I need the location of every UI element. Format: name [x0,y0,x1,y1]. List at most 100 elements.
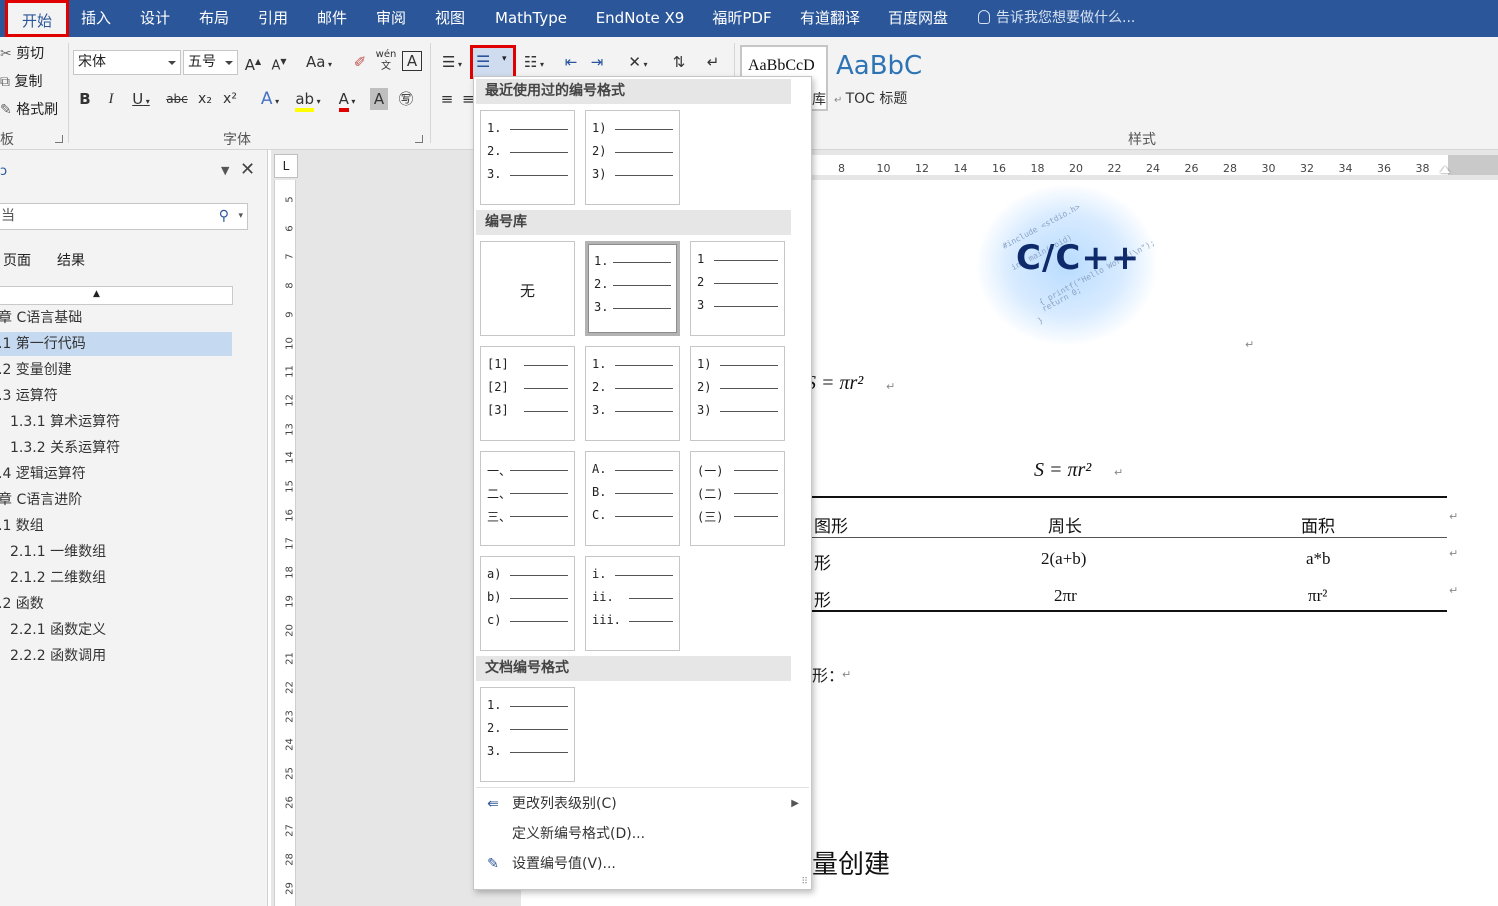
highlight-button[interactable]: ab ▾ [290,88,326,112]
tab-insert[interactable]: 插入 [72,0,120,37]
font-size-combo[interactable]: 五号 [183,50,238,75]
close-icon[interactable]: ✕ [240,159,255,180]
nav-outline-item[interactable]: .1 第一行代码 [0,332,232,356]
nav-outline-item[interactable]: .2 变量创建 [0,358,232,382]
tab-mathtype[interactable]: MathType [485,0,577,37]
nav-outline-item[interactable]: 2.1.1 一维数组 [0,540,232,564]
tab-layout[interactable]: 布局 [190,0,238,37]
ruler-number: 10 [876,162,891,175]
nav-outline-item[interactable]: .4 逻辑运算符 [0,462,232,486]
nav-tab-pages[interactable]: 页面 [3,250,31,270]
library-numbering-format[interactable]: [1] [2] [3] [480,346,575,441]
indent-marker-icon[interactable] [1440,166,1450,173]
numbering-preview-row: i. [592,567,673,583]
grow-font-button[interactable]: A▲ [244,51,262,74]
tab-references[interactable]: 引用 [249,0,297,37]
nav-search-input[interactable]: 当 ⚲ ▾ [0,203,248,230]
increase-indent-button[interactable]: ⇥ [586,51,608,73]
pane-options-chevron-icon[interactable]: ▼ [221,164,229,177]
chevron-down-icon[interactable]: ▾ [238,204,243,229]
library-numbering-format[interactable]: 1) 2) 3) [690,346,785,441]
tab-view[interactable]: 视图 [426,0,474,37]
define-new-format-item[interactable]: 定义新编号格式(D)... [476,819,809,849]
chinese-layout-button[interactable]: ✕ ▾ [620,51,656,73]
clear-format-button[interactable]: ✐ [350,51,370,73]
tab-home[interactable]: 开始 [5,0,69,37]
library-numbering-format[interactable]: 一、 二、 三、 [480,451,575,546]
tab-endnote[interactable]: EndNote X9 [588,0,692,37]
nav-outline-item[interactable]: .2 函数 [0,592,232,616]
document-numbering-format[interactable]: 1. 2. 3. [480,687,575,782]
tab-design[interactable]: 设计 [131,0,179,37]
text-effects-button[interactable]: A ▾ [255,88,285,110]
library-numbering-format[interactable]: A. B. C. [585,451,680,546]
bold-button[interactable]: B [76,88,94,110]
recent-numbering-format[interactable]: 1) 2) 3) [585,110,680,205]
resize-grip-icon[interactable]: ⠿ [801,877,808,887]
library-numbering-format[interactable]: i. ii. iii. [585,556,680,651]
nav-outline-item[interactable]: .1 数组 [0,514,232,538]
sort-button[interactable]: ⇅ [668,51,690,73]
nav-outline-item[interactable]: 1.3.1 算术运算符 [0,410,232,434]
style-toc-preview[interactable]: AaBbC [836,51,922,81]
nav-outline-item[interactable]: 章 C语言基础 [0,306,232,330]
char-shading-icon: A [373,90,385,108]
font-name-combo[interactable]: 宋体 [73,50,181,75]
clipboard-launcher-icon[interactable] [55,135,63,143]
nav-outline-item[interactable]: 章 C语言进阶 [0,488,232,512]
recent-numbering-format[interactable]: 1. 2. 3. [480,110,575,205]
text-line-placeholder [615,516,673,517]
copy-button[interactable]: ⧉ 复制 [0,71,42,91]
numbering-none-tile[interactable]: 无 [480,241,575,336]
font-launcher-icon[interactable] [415,135,423,143]
char-border-button[interactable]: A [402,51,422,71]
table-bottom-border [812,610,1447,612]
search-icon[interactable]: ⚲ [219,204,229,229]
multilevel-list-button[interactable]: ☷ ▾ [520,51,548,73]
library-numbering-format[interactable]: a) b) c) [480,556,575,651]
document-page[interactable]: #include <stdio.h> int main(void) { prin… [806,180,1498,906]
change-list-level-item[interactable]: ⇚ 更改列表级别(C) ▶ [476,789,809,819]
nav-tab-results[interactable]: 结果 [57,250,85,270]
phonetic-guide-button[interactable]: wén 文 [374,49,398,75]
tab-foxit-pdf[interactable]: 福昕PDF [703,0,781,37]
shrink-font-button[interactable]: A▼ [270,51,288,73]
nav-outline-item[interactable]: 2.2.1 函数定义 [0,618,232,642]
tab-mailings[interactable]: 邮件 [308,0,356,37]
char-shading-button[interactable]: A [370,88,388,110]
enclose-char-button[interactable]: ㊢ [395,88,417,110]
subscript-button[interactable]: x₂ [194,88,216,110]
nav-outline-item[interactable]: 2.2.2 函数调用 [0,644,232,668]
tell-me-box[interactable]: 告诉我您想要做什么... [978,0,1135,37]
change-case-button[interactable]: Aa ▾ [302,51,336,73]
numbering-preview-row: 1. [487,698,568,714]
ruler-number: 29 [284,881,296,895]
italic-button[interactable]: I [102,88,120,110]
library-numbering-format[interactable]: 1. 2. 3. [585,241,680,336]
strikethrough-button[interactable]: abc [164,88,190,110]
nav-outline-item[interactable]: .3 运算符 [0,384,232,408]
underline-button[interactable]: U ▾ [128,88,154,110]
decrease-indent-button[interactable]: ⇤ [560,51,582,73]
set-numbering-value-item[interactable]: ✎ 设置编号值(V)... [476,849,809,879]
numbering-button[interactable]: ☰ ▾ [470,45,516,79]
library-numbering-format[interactable]: (一) (二) (三) [690,451,785,546]
tab-baidu-netdisk[interactable]: 百度网盘 [880,0,956,37]
nav-outline-item[interactable]: 1.3.2 关系运算符 [0,436,232,460]
bullets-button[interactable]: ☰ ▾ [436,51,468,73]
library-numbering-format[interactable]: 1. 2. 3. [585,346,680,441]
nav-outline-item[interactable]: 2.1.2 二维数组 [0,566,232,590]
tab-selector-button[interactable]: L [274,154,298,178]
align-left-button[interactable]: ≡ [436,88,458,110]
nav-scroll-up-button[interactable]: ▲ [0,286,233,305]
library-numbering-format[interactable]: 1 2 3 [690,241,785,336]
table-header-cell: 周长 [1048,517,1082,536]
style-toc-name[interactable]: ↵ TOC 标题 [834,88,907,108]
superscript-button[interactable]: x² [219,88,241,110]
tab-review[interactable]: 审阅 [367,0,415,37]
format-painter-button[interactable]: ✎ 格式刷 [0,99,58,119]
cut-button[interactable]: ✂ 剪切 [0,43,44,63]
show-marks-button[interactable]: ↵ [702,51,724,73]
tab-youdao[interactable]: 有道翻译 [792,0,868,37]
font-color-button[interactable]: A ▾ [330,88,364,112]
